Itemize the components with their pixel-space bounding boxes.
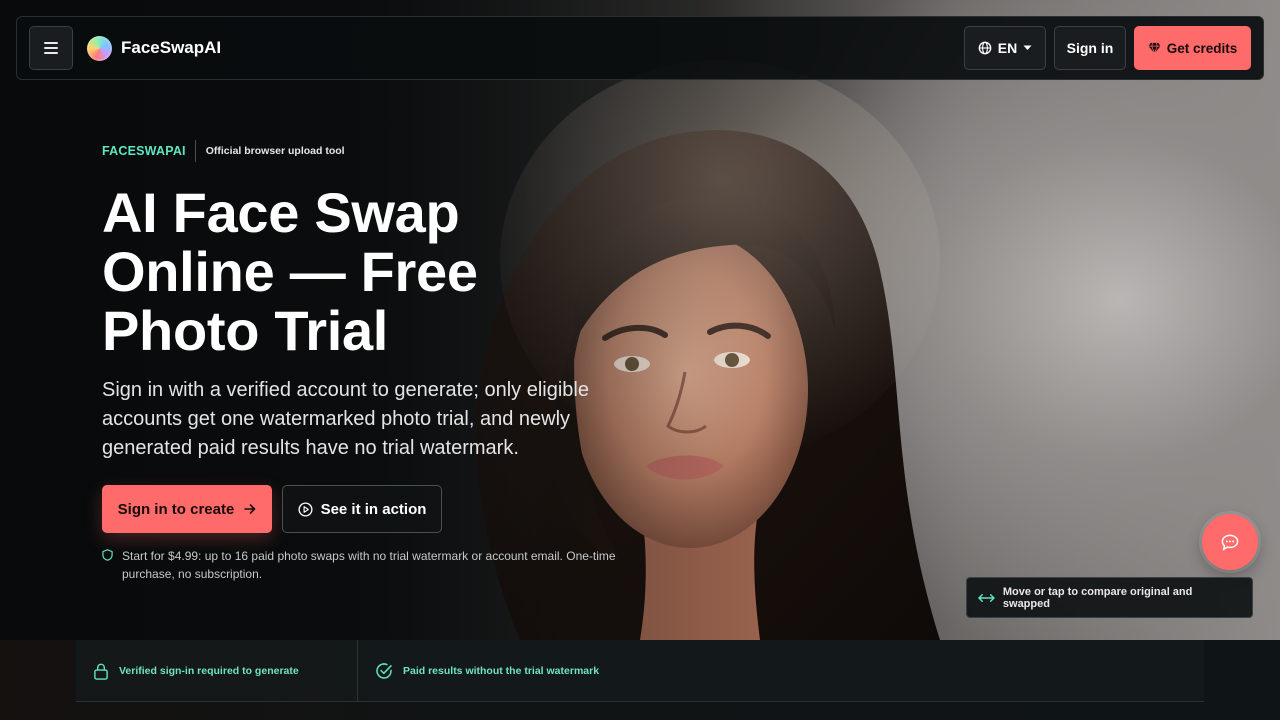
- lock-icon: [94, 663, 108, 680]
- sign-in-button[interactable]: Sign in: [1054, 26, 1126, 70]
- title-line-2: Online — Free: [102, 240, 478, 303]
- brand-name[interactable]: FaceSwapAI: [121, 38, 221, 58]
- chevron-down-icon: [1023, 45, 1032, 50]
- cta-primary-label: Sign in to create: [117, 500, 235, 518]
- cta-secondary-label: See it in action: [320, 500, 427, 518]
- arrow-right-icon: [244, 504, 256, 514]
- brand-logo-icon[interactable]: [87, 35, 112, 61]
- eyebrow-note: Official browser upload tool: [205, 145, 345, 157]
- feature-bar: Verified sign-in required to generate Pa…: [76, 640, 1204, 702]
- title-line-1: AI Face Swap: [102, 181, 460, 244]
- pricing-note-text: Start for $4.99: up to 16 paid photo swa…: [122, 549, 616, 581]
- compare-hint-text: Move or tap to compare original and swap…: [1002, 585, 1193, 610]
- language-label: EN: [997, 40, 1018, 56]
- header-actions: EN Sign in Get credits: [964, 26, 1251, 70]
- page-title: AI Face Swap Online — Free Photo Trial: [102, 183, 622, 360]
- globe-icon: [978, 41, 992, 55]
- get-credits-label: Get credits: [1166, 40, 1238, 56]
- check-circle-icon: [376, 663, 392, 679]
- top-navbar: FaceSwapAI EN Sign in Get credits: [16, 16, 1264, 80]
- hero-eyebrow: FACESWAPAI Official browser upload tool: [102, 139, 345, 163]
- title-line-3: Photo Trial: [102, 299, 389, 362]
- play-circle-icon: [298, 501, 313, 517]
- get-credits-button[interactable]: Get credits: [1134, 26, 1251, 70]
- gem-icon: [1148, 42, 1161, 54]
- menu-button[interactable]: [29, 26, 73, 70]
- feature-item: Verified sign-in required to generate: [76, 640, 358, 702]
- language-selector[interactable]: EN: [964, 26, 1046, 70]
- feature-label: Paid results without the trial watermark: [403, 665, 600, 677]
- hamburger-icon: [44, 42, 58, 54]
- sign-in-to-create-button[interactable]: Sign in to create: [102, 485, 272, 533]
- double-arrow-icon: [978, 593, 995, 602]
- see-it-in-action-button[interactable]: See it in action: [282, 485, 442, 533]
- feature-item: Paid results without the trial watermark: [358, 640, 599, 702]
- chat-support-button[interactable]: [1202, 514, 1258, 570]
- chat-bubble-icon: [1221, 534, 1239, 551]
- compare-hint: Move or tap to compare original and swap…: [966, 577, 1253, 618]
- pricing-note: Start for $4.99: up to 16 paid photo swa…: [102, 547, 632, 583]
- bottom-strip: Verified sign-in required to generate Pa…: [0, 640, 1280, 720]
- eyebrow-divider: [194, 140, 196, 162]
- shield-icon: [102, 549, 113, 561]
- eyebrow-brand: FACESWAPAI: [102, 144, 186, 158]
- feature-label: Verified sign-in required to generate: [119, 665, 299, 677]
- hero-subheading: Sign in with a verified account to gener…: [102, 379, 589, 459]
